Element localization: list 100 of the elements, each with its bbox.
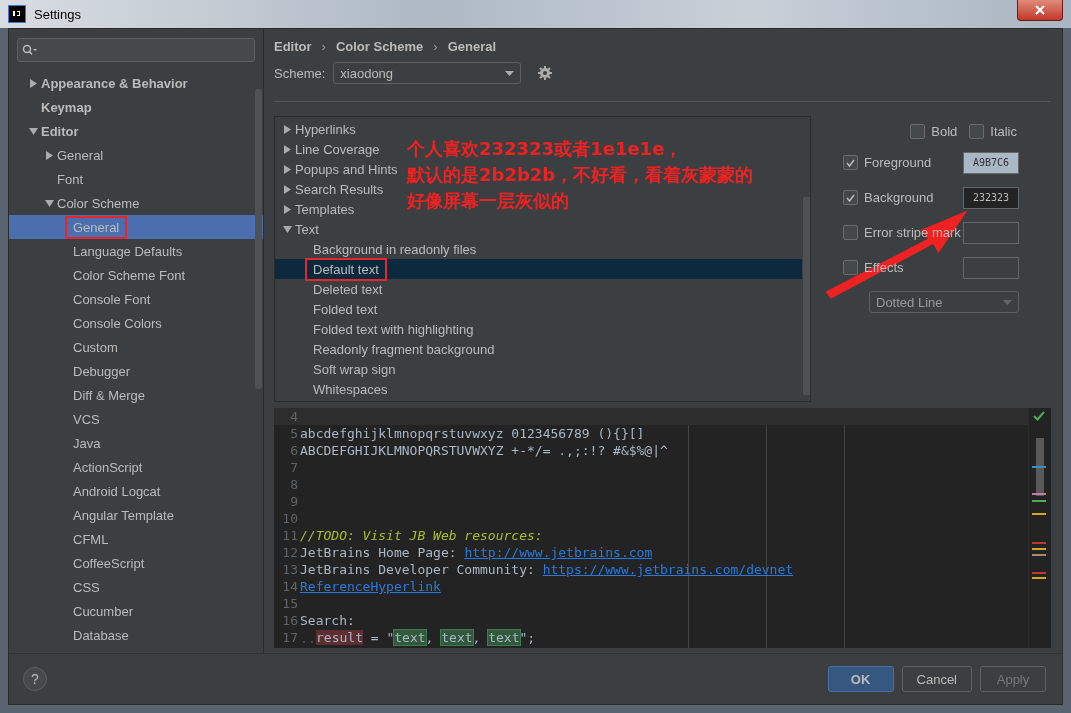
sidebar-item[interactable]: General	[9, 143, 263, 167]
breadcrumb-item: General	[447, 38, 497, 54]
scheme-dropdown[interactable]: xiaodong	[333, 62, 522, 84]
sidebar-item[interactable]: ActionScript	[9, 455, 263, 479]
line-number: 15	[281, 596, 299, 611]
sidebar-item[interactable]: Color Scheme Font	[9, 263, 263, 287]
checkmark-icon	[846, 158, 855, 167]
scrollbar[interactable]	[803, 197, 810, 395]
tree-item[interactable]: Popups and Hints	[275, 159, 402, 179]
breadcrumb-separator: ›	[321, 38, 326, 54]
ok-button[interactable]: OK	[827, 666, 894, 692]
sidebar-item[interactable]: CFML	[9, 527, 263, 551]
line-number: 5	[289, 426, 299, 441]
window-title: Settings	[34, 6, 82, 22]
color-swatch[interactable]	[963, 256, 1019, 279]
breadcrumb-separator: ›	[433, 38, 438, 54]
tree-item[interactable]: Folded text	[275, 299, 382, 319]
code-text: = "	[369, 630, 395, 645]
sidebar-item[interactable]: Cucumber	[9, 599, 263, 623]
tree-item[interactable]: Deleted text	[275, 279, 387, 299]
line-number: 11	[281, 528, 299, 543]
sidebar-item[interactable]: Java	[9, 431, 263, 455]
sidebar-item[interactable]: Appearance & Behavior	[9, 71, 263, 95]
sidebar-item[interactable]: Android Logcat	[9, 479, 263, 503]
expanded-arrow-icon[interactable]	[44, 198, 54, 208]
sidebar-item[interactable]: Language Defaults	[9, 239, 263, 263]
code-text: ,	[472, 630, 482, 645]
sidebar-item[interactable]: Font	[9, 167, 263, 191]
whitespace-icon	[303, 640, 313, 643]
line-number: 4	[289, 409, 299, 424]
annotation-text: 默认的是2b2b2b，不好看，看着灰蒙蒙的	[407, 163, 754, 187]
checkbox[interactable]: Foreground	[843, 155, 932, 170]
check-icon	[1033, 411, 1045, 421]
search-icon	[22, 44, 38, 56]
collapsed-arrow-icon[interactable]	[28, 78, 38, 88]
code-text: ABCDEFGHIJKLMNOPQRSTUVWXYZ +-*/= .,;:!? #&$%@|^	[300, 443, 668, 458]
line-number: 6	[289, 443, 299, 458]
checkbox[interactable]: Bold	[910, 124, 958, 139]
sidebar-item[interactable]: Database	[9, 623, 263, 647]
caret-icon	[1003, 299, 1012, 305]
code-text: text	[441, 630, 473, 645]
line-number: 12	[281, 545, 299, 560]
checkbox[interactable]: Italic	[969, 124, 1017, 139]
sidebar-item[interactable]: VCS	[9, 407, 263, 431]
sidebar-item[interactable]: Color Scheme	[9, 191, 263, 215]
scrollbar[interactable]	[255, 89, 262, 389]
line-number: 8	[289, 477, 299, 492]
cancel-button[interactable]: Cancel	[901, 666, 972, 692]
collapsed-arrow-icon[interactable]	[44, 150, 54, 160]
tree-item[interactable]: Line Coverage	[275, 139, 384, 159]
tree-item[interactable]: Hyperlinks	[275, 119, 360, 139]
line-number: 17	[281, 630, 299, 645]
code-text: JetBrains Home Page:	[300, 545, 458, 560]
help-button[interactable]: ?	[23, 667, 47, 691]
color-swatch[interactable]: 232323	[963, 186, 1019, 209]
code-link[interactable]: ReferenceHyperlink	[300, 579, 441, 594]
sidebar-item[interactable]: CoffeeScript	[9, 551, 263, 575]
tree-item[interactable]: Templates	[275, 199, 359, 219]
sidebar-item[interactable]: Editor	[9, 119, 263, 143]
tree-item[interactable]: Text	[275, 219, 323, 239]
tree-item[interactable]: Search Results	[275, 179, 388, 199]
settings-icon[interactable]	[537, 65, 554, 81]
sidebar-item[interactable]: CSS	[9, 575, 263, 599]
tree-item[interactable]: Readonly fragment background	[275, 339, 499, 359]
close-button[interactable]	[1017, 0, 1063, 21]
code-text: result	[316, 630, 363, 645]
code-link[interactable]: http://www.jetbrains.com	[464, 545, 653, 560]
sidebar-item[interactable]: Debugger	[9, 359, 263, 383]
annotation-text: 好像屏幕一层灰似的	[407, 189, 570, 213]
scrollbar[interactable]	[1036, 438, 1044, 496]
code-text: abcdefghijklmnopqrstuvwxyz 0123456789 (){}[]	[300, 426, 645, 441]
code-text: Search:	[300, 613, 355, 628]
app-logo-icon	[8, 5, 26, 23]
tree-item[interactable]: Soft wrap sign	[275, 359, 400, 379]
tree-item[interactable]: Folded text with highlighting	[275, 319, 478, 339]
tree-item[interactable]: Background in readonly files	[275, 239, 481, 259]
expanded-arrow-icon[interactable]	[28, 126, 38, 136]
caret-icon	[505, 70, 515, 76]
annotation-text: 个人喜欢232323或者1e1e1e，	[407, 137, 684, 161]
close-icon	[1035, 5, 1045, 15]
tree-item[interactable]: Whitespaces	[275, 379, 392, 399]
sidebar-item[interactable]: Diff & Merge	[9, 383, 263, 407]
checkmark-icon	[846, 193, 855, 202]
code-preview[interactable]	[274, 408, 1051, 648]
search-field[interactable]	[17, 38, 255, 62]
breadcrumb-item: Color Scheme	[335, 38, 424, 54]
sidebar-item[interactable]: Console Font	[9, 287, 263, 311]
code-link[interactable]: https://www.jetbrains.com/devnet	[542, 562, 794, 577]
expanded-arrow-icon[interactable]	[282, 224, 292, 234]
sidebar-item[interactable]: Custom	[9, 335, 263, 359]
color-swatch[interactable]: A9B7C6	[963, 151, 1019, 174]
code-text: //TODO: Visit JB Web resources:	[300, 528, 543, 543]
tree-item[interactable]: Default text	[275, 259, 802, 279]
line-number: 10	[281, 511, 299, 526]
color-swatch[interactable]	[963, 221, 1019, 244]
code-text: ";	[519, 630, 536, 645]
checkbox[interactable]: Background	[843, 190, 934, 205]
sidebar-item[interactable]: Angular Template	[9, 503, 263, 527]
sidebar-item[interactable]: Console Colors	[9, 311, 263, 335]
sidebar-item[interactable]: Keymap	[9, 95, 263, 119]
